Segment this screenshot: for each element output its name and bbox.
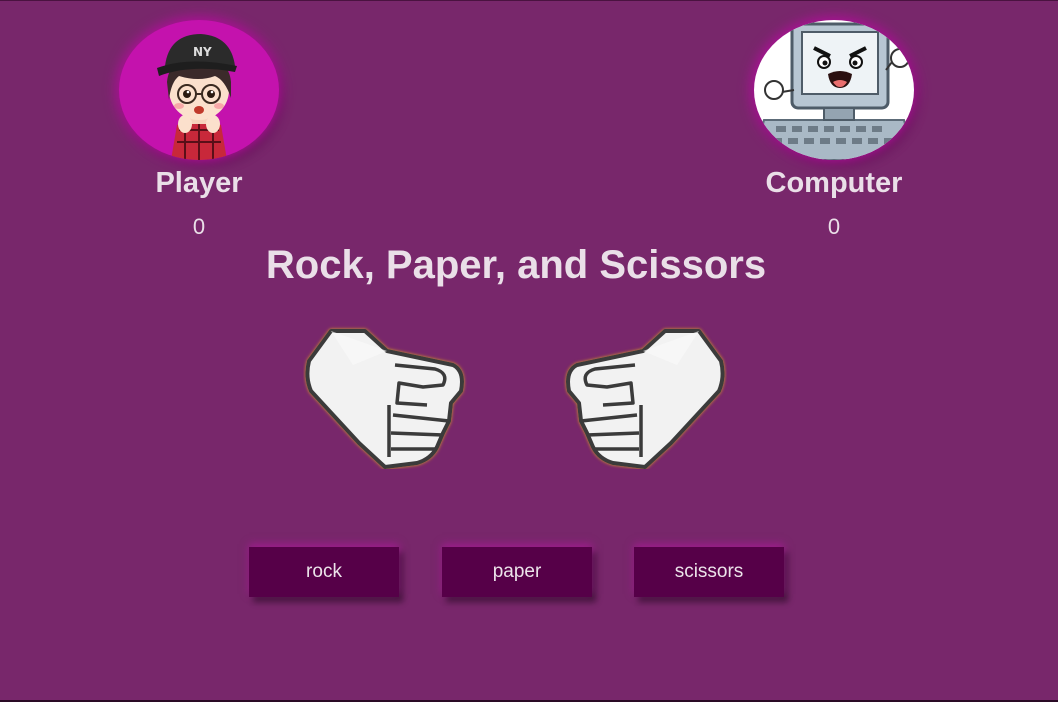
computer-hand bbox=[563, 325, 727, 469]
game-title: Rock, Paper, and Scissors bbox=[265, 243, 767, 287]
computer-avatar bbox=[754, 20, 914, 160]
fist-icon bbox=[305, 329, 464, 469]
svg-text:NY: NY bbox=[193, 45, 212, 59]
player-avatar: NY bbox=[119, 20, 279, 160]
paper-button[interactable]: paper bbox=[442, 547, 592, 597]
angry-computer-avatar-icon bbox=[754, 22, 914, 160]
scissors-button[interactable]: scissors bbox=[634, 547, 784, 597]
fist-icon bbox=[566, 329, 725, 469]
computer-score: 0 bbox=[827, 214, 841, 239]
player-name: Player bbox=[155, 167, 243, 199]
boy-cap-avatar-icon: NY bbox=[157, 34, 237, 160]
computer-name: Computer bbox=[765, 167, 903, 199]
player-hand bbox=[303, 325, 467, 469]
rock-button[interactable]: rock bbox=[249, 547, 399, 597]
player-score: 0 bbox=[192, 214, 206, 239]
